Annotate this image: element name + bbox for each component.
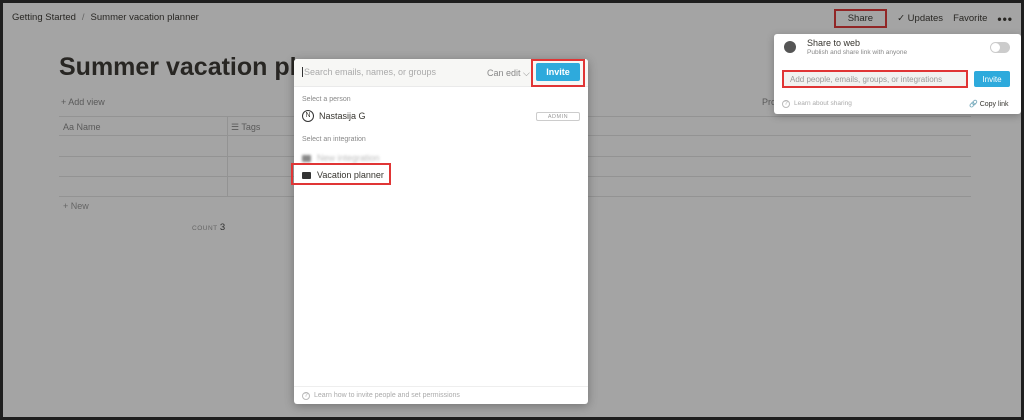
integration-name: Vacation planner [317,170,384,180]
add-people-input[interactable] [782,70,968,88]
help-icon: ? [302,392,310,400]
globe-icon [784,41,796,53]
integration-name: New integration [317,153,380,163]
link-icon: 🔗 [969,101,978,108]
learn-about-sharing-label: Learn about sharing [794,100,852,107]
share-to-web-toggle[interactable] [990,42,1010,53]
share-to-web-title: Share to web [807,38,861,48]
integration-icon [302,172,311,179]
person-option[interactable]: N Nastasija G ADMIN [302,110,580,124]
select-person-label: Select a person [302,96,351,103]
chevron-down-icon: ⌵ [523,68,530,78]
learn-about-sharing-link[interactable]: ? Learn about sharing [782,100,852,108]
admin-badge: ADMIN [536,112,580,121]
share-to-web-subtitle: Publish and share link with anyone [807,49,908,56]
invite-help-label: Learn how to invite people and set permi… [314,392,460,399]
app-window: Getting Started / Summer vacation planne… [0,0,1024,420]
copy-link-button[interactable]: 🔗 Copy link [969,100,1009,108]
copy-link-label: Copy link [979,101,1009,108]
integration-option[interactable]: New integration [302,153,380,163]
invite-button[interactable]: Invite [536,63,580,81]
invite-search-bar: Can edit ⌵ Invite [294,59,588,87]
permission-label: Can edit [487,68,521,78]
invite-help-link[interactable]: ? Learn how to invite people and set perm… [294,386,588,404]
integration-option-vacation-planner[interactable]: Vacation planner [302,170,384,180]
help-icon: ? [782,100,790,108]
select-integration-label: Select an integration [302,136,366,143]
person-name: Nastasija G [319,111,366,121]
avatar: N [302,110,314,122]
permission-dropdown[interactable]: Can edit ⌵ [487,68,530,79]
invite-search-input[interactable] [302,67,482,77]
integration-icon [302,155,311,162]
share-popover: Share to web Publish and share link with… [774,34,1021,114]
invite-modal: Can edit ⌵ Invite Select a person N Nast… [291,59,588,404]
popover-invite-button[interactable]: Invite [974,71,1010,87]
